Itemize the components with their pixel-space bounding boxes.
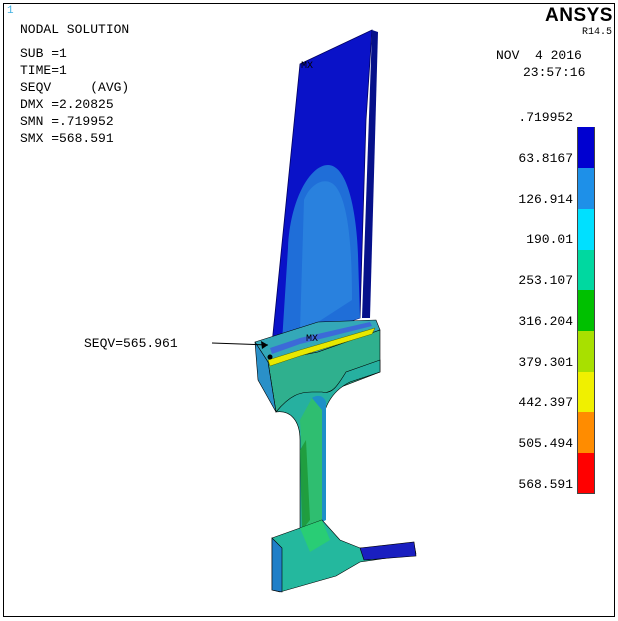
airfoil-blade [271, 29, 378, 345]
probe-point [267, 354, 273, 360]
max-marker-label: MX [301, 61, 313, 72]
probe-label: SEQV=565.961 [84, 336, 178, 351]
max-marker-label: MX [306, 334, 318, 345]
blade-root [271, 519, 417, 593]
blade-model: MX MX SEQV=565.961 [84, 29, 417, 593]
